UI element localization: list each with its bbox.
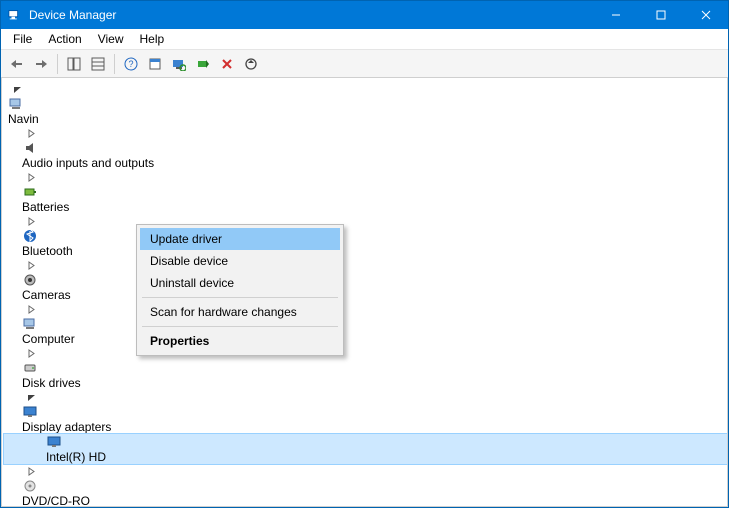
toolbar-action-props[interactable] xyxy=(143,52,167,76)
device-category-icon xyxy=(22,404,38,420)
toolbar-show-hide-tree[interactable] xyxy=(62,52,86,76)
context-label: Scan for hardware changes xyxy=(150,305,297,319)
toolbar-sep-2 xyxy=(114,54,115,74)
context-label: Disable device xyxy=(150,254,228,268)
chevron-down-icon[interactable] xyxy=(24,390,38,404)
chevron-right-icon[interactable] xyxy=(24,346,38,360)
tree-node[interactable]: Batteries xyxy=(4,170,727,214)
toolbar-properties-list[interactable] xyxy=(86,52,110,76)
context-scan-hardware[interactable]: Scan for hardware changes xyxy=(140,301,340,323)
toolbar-uninstall-icon[interactable] xyxy=(215,52,239,76)
tree-node-label: Bluetooth xyxy=(22,244,73,258)
display-adapter-icon xyxy=(46,434,62,450)
menu-bar: File Action View Help xyxy=(1,29,728,50)
device-tree-panel: Navin Audio inputs and outputs Batteries B… xyxy=(1,78,728,507)
tree-node[interactable]: Cameras xyxy=(4,258,727,302)
minimize-button[interactable] xyxy=(593,1,638,29)
tree-root-label: Navin xyxy=(8,112,39,126)
device-category-icon xyxy=(22,478,38,494)
chevron-right-icon[interactable] xyxy=(24,126,38,140)
tree-node[interactable]: DVD/CD-RO xyxy=(4,464,727,507)
tree-node-label: Disk drives xyxy=(22,376,81,390)
toolbar-help[interactable]: ? xyxy=(119,52,143,76)
menu-help[interactable]: Help xyxy=(132,30,173,48)
context-separator xyxy=(142,297,338,298)
chevron-right-icon[interactable] xyxy=(24,302,38,316)
tree-node-label: Batteries xyxy=(22,200,69,214)
context-disable-device[interactable]: Disable device xyxy=(140,250,340,272)
window-device-manager: Device Manager File Action View Help xyxy=(0,0,729,508)
close-button[interactable] xyxy=(683,1,728,29)
tree-node-label: Computer xyxy=(22,332,75,346)
context-label: Update driver xyxy=(150,232,222,246)
toolbar-back[interactable] xyxy=(5,52,29,76)
tree-node-label: Intel(R) HD xyxy=(46,450,106,464)
toolbar-forward[interactable] xyxy=(29,52,53,76)
tree-node-label: Audio inputs and outputs xyxy=(22,156,154,170)
tree-root-node[interactable]: Navin xyxy=(4,82,727,126)
tree-node-display-adapter[interactable]: Intel(R) HD xyxy=(4,434,727,464)
chevron-down-icon[interactable] xyxy=(10,82,24,96)
title-bar: Device Manager xyxy=(1,1,728,29)
device-category-icon xyxy=(22,228,38,244)
device-category-icon xyxy=(22,184,38,200)
maximize-button[interactable] xyxy=(638,1,683,29)
tree-node[interactable]: Audio inputs and outputs xyxy=(4,126,727,170)
chevron-right-icon[interactable] xyxy=(24,464,38,478)
device-category-icon xyxy=(22,140,38,156)
toolbar-update-driver-icon[interactable] xyxy=(239,52,263,76)
menu-view[interactable]: View xyxy=(90,30,132,48)
toolbar-enable-device-icon[interactable] xyxy=(191,52,215,76)
svg-text:?: ? xyxy=(128,59,133,69)
toolbar-sep-1 xyxy=(57,54,58,74)
tree-node[interactable]: Disk drives xyxy=(4,346,727,390)
menu-file[interactable]: File xyxy=(5,30,40,48)
tree-node-label: Display adapters xyxy=(22,420,111,434)
context-label: Properties xyxy=(150,334,209,348)
device-category-icon xyxy=(22,360,38,376)
menu-action[interactable]: Action xyxy=(40,30,89,48)
context-properties[interactable]: Properties xyxy=(140,330,340,352)
chevron-right-icon[interactable] xyxy=(24,258,38,272)
context-label: Uninstall device xyxy=(150,276,234,290)
context-menu: Update driver Disable device Uninstall d… xyxy=(136,224,344,356)
tree-node[interactable]: Bluetooth xyxy=(4,214,727,258)
context-uninstall-device[interactable]: Uninstall device xyxy=(140,272,340,294)
chevron-right-icon[interactable] xyxy=(24,170,38,184)
tree-node-label: Cameras xyxy=(22,288,71,302)
tree-node[interactable]: Display adapters xyxy=(4,390,727,434)
context-separator xyxy=(142,326,338,327)
tree-node-label: DVD/CD-RO xyxy=(22,494,90,507)
computer-icon xyxy=(8,96,24,112)
toolbar-scan-hardware-icon[interactable] xyxy=(167,52,191,76)
device-category-icon xyxy=(22,316,38,332)
device-category-icon xyxy=(22,272,38,288)
app-icon xyxy=(7,7,23,23)
toolbar: ? xyxy=(1,50,728,78)
tree-node[interactable]: Computer xyxy=(4,302,727,346)
context-update-driver[interactable]: Update driver xyxy=(140,228,340,250)
window-title: Device Manager xyxy=(29,8,116,22)
chevron-right-icon[interactable] xyxy=(24,214,38,228)
